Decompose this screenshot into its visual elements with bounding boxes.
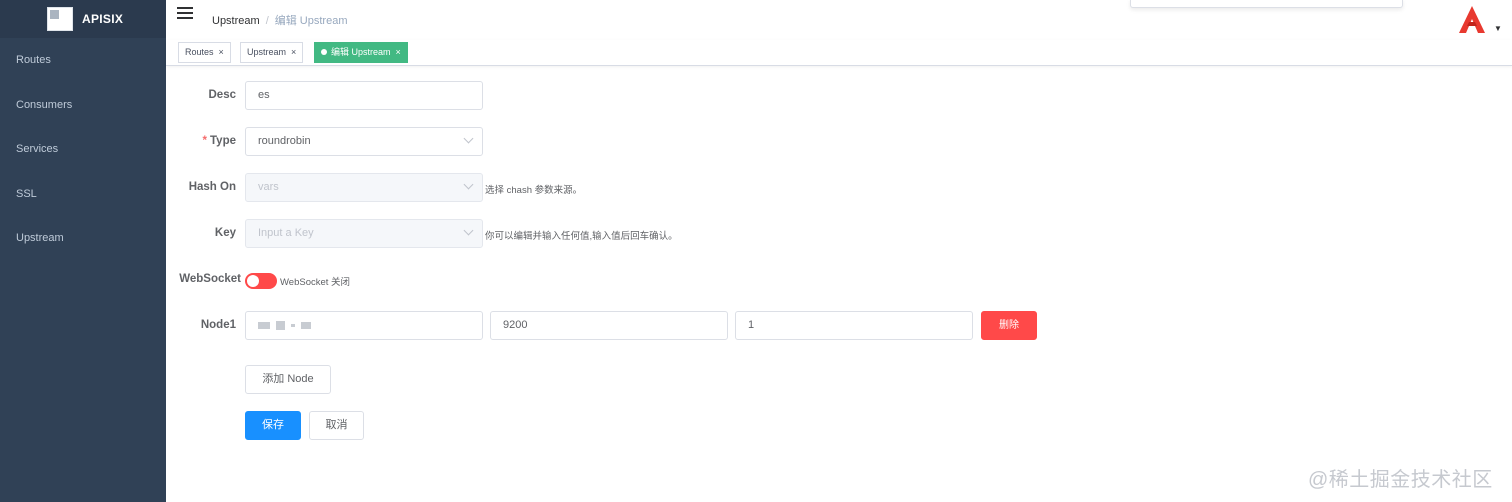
active-dot-icon [321, 49, 327, 55]
close-icon[interactable]: × [219, 47, 224, 57]
navbar: Upstream / 编辑 Upstream ▼ [166, 0, 1512, 40]
tag-label: 编辑 Upstream [331, 47, 391, 57]
redacted-host [291, 323, 295, 327]
type-label: * Type [146, 135, 236, 147]
tags-view: Routes × Upstream × 编辑 Upstream × [166, 40, 1512, 66]
sidebar: APISIX Routes Consumers Services SSL Ups… [0, 0, 166, 502]
tag-edit-upstream[interactable]: 编辑 Upstream × [314, 42, 408, 63]
sidebar-item-consumers[interactable]: Consumers [0, 83, 166, 128]
sidebar-logo[interactable]: APISIX [0, 0, 166, 38]
hamburger-menu-icon[interactable] [177, 7, 193, 20]
watermark: @稀土掘金技术社区 [1308, 469, 1493, 491]
key-hint: 你可以编辑并输入任何值,输入值后回车确认。 [485, 231, 678, 242]
type-label-text: Type [210, 135, 236, 147]
close-icon[interactable]: × [291, 47, 296, 57]
sidebar-item-ssl[interactable]: SSL [0, 172, 166, 217]
redacted-host [258, 321, 270, 329]
key-select[interactable]: Input a Key [245, 219, 483, 248]
hash-on-placeholder: vars [258, 181, 279, 193]
save-button[interactable]: 保存 [245, 411, 301, 440]
breadcrumb-current: 编辑 Upstream [274, 15, 348, 27]
type-select-value: roundrobin [258, 135, 311, 147]
breadcrumb-upstream[interactable]: Upstream [212, 15, 260, 27]
sidebar-item-routes[interactable]: Routes [0, 38, 166, 83]
toggle-knob [247, 275, 259, 287]
sidebar-item-upstream[interactable]: Upstream [0, 216, 166, 261]
delete-node-button[interactable]: 删除 [981, 311, 1037, 340]
key-placeholder: Input a Key [258, 227, 314, 239]
close-icon[interactable]: × [396, 47, 401, 57]
add-node-button[interactable]: 添加 Node [245, 365, 331, 394]
tag-upstream[interactable]: Upstream × [240, 42, 304, 63]
app-title: APISIX [82, 12, 124, 26]
desc-label: Desc [208, 89, 237, 101]
hash-on-hint: 选择 chash 参数来源。 [485, 185, 583, 196]
caret-down-icon[interactable]: ▼ [1494, 24, 1502, 33]
websocket-state-text: WebSocket 关闭 [280, 277, 351, 288]
breadcrumb: Upstream / 编辑 Upstream [212, 12, 348, 28]
logo-image [47, 7, 73, 31]
tag-label: Upstream [247, 47, 287, 57]
chevron-down-icon [463, 179, 474, 190]
redacted-host [301, 321, 311, 329]
node1-label: Node1 [200, 319, 236, 331]
redacted-host [276, 320, 285, 330]
hash-on-label: Hash On [188, 181, 236, 193]
avatar-icon[interactable] [1456, 4, 1488, 34]
tag-label: Routes [185, 47, 214, 57]
hash-on-select[interactable]: vars [245, 173, 483, 202]
websocket-toggle[interactable] [245, 273, 277, 289]
node1-port-input[interactable]: 9200 [490, 311, 728, 340]
cancel-button[interactable]: 取消 [309, 411, 364, 440]
type-select[interactable]: roundrobin [245, 127, 483, 156]
websocket-label: WebSocket [179, 273, 241, 285]
node1-weight-input[interactable]: 1 [735, 311, 973, 340]
chevron-down-icon [463, 133, 474, 144]
key-label: Key [214, 227, 236, 239]
dropdown-panel [1130, 0, 1403, 8]
node1-host-input[interactable] [245, 311, 483, 340]
tag-routes[interactable]: Routes × [178, 42, 231, 63]
desc-input[interactable]: es [245, 81, 483, 110]
chevron-down-icon [463, 225, 474, 236]
required-mark: * [202, 135, 207, 147]
breadcrumb-separator: / [265, 15, 269, 27]
sidebar-item-services[interactable]: Services [0, 127, 166, 172]
